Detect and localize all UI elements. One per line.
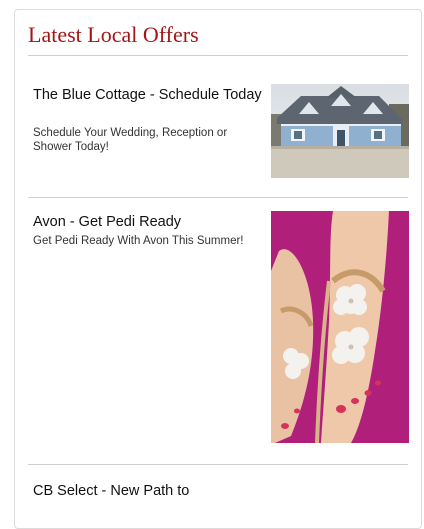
divider [28,464,408,465]
offer-title[interactable]: Avon - Get Pedi Ready [33,213,265,232]
house-photo [271,84,409,178]
feet-sandals-photo [271,211,409,444]
offer-title[interactable]: CB Select - New Path to [33,482,265,501]
local-offers-panel: Latest Local Offers The Blue Cottage - S… [14,9,422,529]
offer-thumbnail-house[interactable] [271,84,409,178]
offer-thumbnail-feet[interactable] [271,211,409,444]
offer-description: Schedule Your Wedding, Reception or Show… [33,127,228,153]
panel-title: Latest Local Offers [28,22,199,47]
offer-description: Get Pedi Ready With Avon This Summer! [33,235,244,247]
divider [28,55,408,56]
divider [28,197,408,198]
offer-title[interactable]: The Blue Cottage - Schedule Today [33,86,265,105]
